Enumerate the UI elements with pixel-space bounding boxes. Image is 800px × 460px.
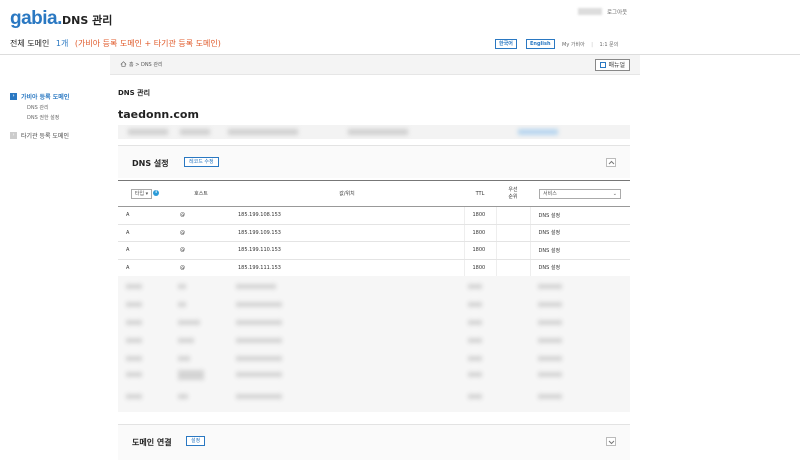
redacted-records: [118, 276, 630, 412]
service-filter-label: 서비스: [543, 190, 557, 197]
chevron-right-icon: ›: [10, 132, 17, 139]
cell-type: A: [118, 259, 172, 277]
cell-host: @: [172, 224, 230, 242]
support-link[interactable]: 1:1 문의: [600, 42, 619, 48]
chevron-down-icon: ⌄: [612, 190, 617, 197]
domain-name: taedonn.com: [118, 108, 199, 121]
cell-type: A: [118, 224, 172, 242]
cell-type: A: [118, 241, 172, 260]
table-row[interactable]: A @ 185.199.108.153 1800 DNS 설정: [118, 206, 630, 225]
chevron-up-icon: [608, 160, 615, 165]
info-icon[interactable]: i: [153, 190, 160, 196]
cell-priority: [495, 241, 530, 260]
main-content: DNS 관리 taedonn.com: [118, 88, 630, 121]
top-header: gabia. DNS 관리 로그아웃 전체 도메인 1개 (가비아 등록 도메인…: [0, 0, 800, 55]
table-row[interactable]: A @ 185.199.110.153 1800 DNS 설정: [118, 241, 630, 260]
cell-host: @: [172, 241, 230, 260]
domain-connect-section: 도메인 연결 설정: [118, 424, 630, 460]
col-host: 호스트: [172, 180, 230, 207]
col-value: 값/위치: [230, 180, 464, 207]
chevron-down-icon: [608, 440, 615, 445]
breadcrumb-bar: 홈 > DNS 관리 매뉴얼: [110, 55, 640, 75]
domain-connect-title: 도메인 연결: [132, 438, 172, 447]
col-priority: 우선 순위: [496, 180, 530, 207]
sidebar-item-label: 가비아 등록 도메인: [21, 94, 70, 101]
lang-ko-button[interactable]: 한국어: [495, 39, 517, 49]
cell-priority: [495, 206, 530, 225]
cell-ttl: 1800: [463, 241, 496, 260]
cell-type: A: [118, 206, 172, 225]
cell-ttl: 1800: [463, 224, 496, 242]
breadcrumb: 홈 > DNS 관리: [120, 61, 163, 68]
col-service: 서비스 ⌄: [530, 180, 630, 207]
dns-settings-section: DNS 설정 레코드 수정: [118, 145, 630, 178]
service-filter-select[interactable]: 서비스 ⌄: [539, 188, 621, 199]
user-name-redacted: [578, 8, 602, 15]
cell-host: @: [172, 259, 230, 277]
manual-button[interactable]: 매뉴얼: [595, 59, 630, 71]
domain-count[interactable]: 1개: [56, 39, 68, 48]
top-links: My 가비아 | 1:1 문의: [562, 41, 618, 48]
cell-service: DNS 설정: [529, 224, 630, 242]
cell-ttl: 1800: [463, 259, 496, 277]
manual-button-label: 매뉴얼: [608, 62, 625, 69]
domain-info-redacted: [118, 125, 630, 139]
cell-value: 185.199.108.153: [230, 206, 464, 225]
type-filter-select[interactable]: 타입 ▾: [130, 188, 153, 199]
breadcrumb-text: 홈 > DNS 관리: [129, 62, 163, 68]
home-icon[interactable]: [120, 61, 127, 67]
cell-host: @: [172, 206, 230, 225]
cell-value: 185.199.110.153: [230, 241, 464, 260]
cell-service: DNS 설정: [529, 259, 630, 277]
table-header-row: 타입 ▾ i 호스트 값/위치 TTL 우선 순위 서비스 ⌄: [118, 180, 630, 207]
table-row[interactable]: A @ 185.199.109.153 1800 DNS 설정: [118, 224, 630, 242]
sidebar: › 가비아 등록 도메인 DNS 관리 DNS 권한 설정 › 타기관 등록 도메인: [10, 92, 110, 140]
col-ttl: TTL: [464, 180, 496, 207]
logout-link[interactable]: 로그아웃: [607, 8, 627, 16]
table-row[interactable]: A @ 185.199.111.153 1800 DNS 설정: [118, 259, 630, 277]
app-title: DNS 관리: [62, 14, 113, 27]
cell-priority: [495, 224, 530, 242]
gabia-logo[interactable]: gabia.: [10, 8, 62, 30]
sidebar-item-other-domains[interactable]: › 타기관 등록 도메인: [10, 131, 110, 140]
connect-settings-button[interactable]: 설정: [186, 436, 206, 446]
chevron-right-icon: ›: [10, 93, 17, 100]
cell-ttl: 1800: [463, 206, 496, 225]
type-filter-label: 타입: [134, 190, 145, 197]
page-title: DNS 관리: [118, 89, 151, 97]
dns-records-table: 타입 ▾ i 호스트 값/위치 TTL 우선 순위 서비스 ⌄ A @ 185.19…: [118, 180, 630, 277]
domain-summary-detail: (가비아 등록 도메인 + 타기관 등록 도메인): [74, 39, 221, 48]
sidebar-item-gabia-domains[interactable]: › 가비아 등록 도메인: [10, 92, 110, 101]
cell-service: DNS 설정: [529, 206, 630, 225]
domain-summary: 전체 도메인 1개 (가비아 등록 도메인 + 타기관 등록 도메인): [10, 38, 221, 49]
lang-en-button[interactable]: English: [526, 39, 555, 49]
cell-value: 185.199.111.153: [230, 259, 464, 277]
cell-service: DNS 설정: [529, 241, 630, 260]
my-gabia-link[interactable]: My 가비아: [562, 42, 585, 48]
manual-icon: [600, 62, 607, 68]
top-link-separator: |: [591, 42, 593, 48]
dns-records-table-wrap: 타입 ▾ i 호스트 값/위치 TTL 우선 순위 서비스 ⌄ A @ 185.19…: [118, 180, 630, 277]
col-type: 타입 ▾ i: [118, 180, 172, 207]
domain-summary-label: 전체 도메인: [10, 39, 50, 48]
dns-settings-title: DNS 설정: [132, 159, 169, 168]
sidebar-subitem-dns-manage[interactable]: DNS 관리: [10, 104, 110, 111]
collapse-button[interactable]: [606, 158, 616, 167]
cell-value: 185.199.109.153: [230, 224, 464, 242]
sidebar-item-label: 타기관 등록 도메인: [21, 133, 69, 140]
cell-priority: [495, 259, 530, 277]
expand-button[interactable]: [606, 437, 616, 446]
edit-records-button[interactable]: 레코드 수정: [184, 157, 219, 167]
sidebar-subitem-dns-perm[interactable]: DNS 권한 설정: [10, 114, 110, 121]
